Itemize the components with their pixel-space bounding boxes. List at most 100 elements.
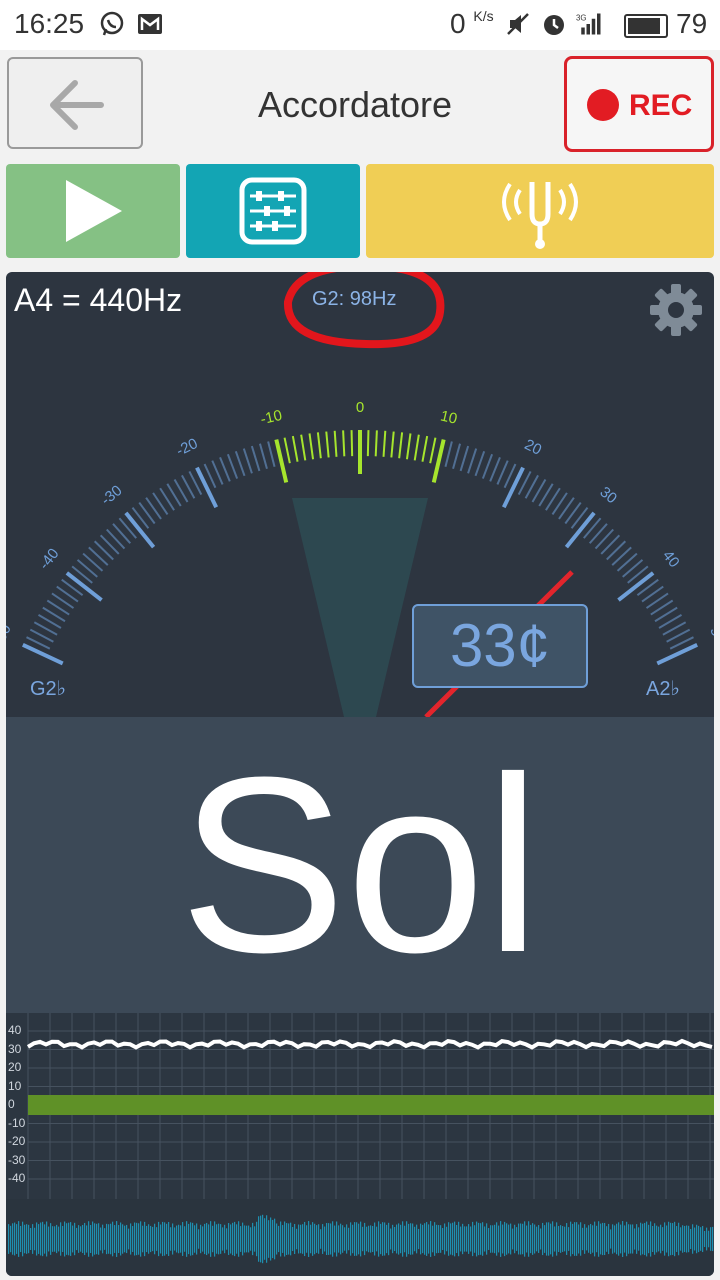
waveform-bar bbox=[612, 1224, 614, 1254]
meter-tick bbox=[274, 439, 289, 483]
waveform-bar bbox=[478, 1222, 480, 1256]
tuning-fork-button[interactable] bbox=[366, 164, 714, 258]
waveform-bar bbox=[124, 1225, 126, 1253]
waveform-bar bbox=[452, 1222, 454, 1256]
waveform-bar bbox=[110, 1223, 112, 1255]
waveform-bar bbox=[516, 1227, 518, 1251]
waveform-bar bbox=[306, 1225, 308, 1253]
waveform-bar bbox=[676, 1226, 678, 1252]
waveform-bar bbox=[326, 1222, 328, 1256]
waveform-bar bbox=[530, 1224, 532, 1254]
waveform-bar bbox=[92, 1221, 94, 1257]
cents-readout: 33¢ bbox=[412, 604, 588, 688]
waveform-bar bbox=[80, 1226, 82, 1252]
meter-tick bbox=[316, 432, 322, 459]
waveform-bar bbox=[440, 1225, 442, 1253]
waveform-bar bbox=[12, 1223, 14, 1255]
waveform-bar bbox=[680, 1227, 682, 1251]
waveform-bar bbox=[444, 1223, 446, 1255]
waveform-bar bbox=[514, 1224, 516, 1254]
waveform-bar bbox=[352, 1224, 354, 1254]
meter-tick bbox=[390, 431, 395, 458]
waveform-bar bbox=[16, 1224, 18, 1254]
back-button[interactable] bbox=[7, 57, 143, 149]
waveform-bar bbox=[342, 1225, 344, 1253]
record-dot-icon bbox=[587, 89, 619, 121]
waveform bbox=[6, 1199, 714, 1276]
waveform-bar bbox=[46, 1221, 48, 1257]
waveform-bar bbox=[428, 1224, 430, 1254]
meter-tick-label: 50 bbox=[706, 624, 714, 646]
lower-note-label: G2♭ bbox=[30, 678, 67, 700]
waveform-bar bbox=[662, 1227, 664, 1251]
waveform-bar bbox=[268, 1220, 270, 1258]
reference-pitch[interactable]: A4 = 440Hz bbox=[14, 282, 182, 319]
waveform-bar bbox=[508, 1224, 510, 1254]
battery-icon bbox=[624, 14, 668, 38]
meter-tick bbox=[291, 435, 299, 462]
waveform-bar bbox=[708, 1230, 710, 1248]
waveform-bar bbox=[234, 1221, 236, 1257]
waveform-bar bbox=[432, 1225, 434, 1253]
meter-tick bbox=[374, 430, 378, 457]
waveform-bar bbox=[236, 1224, 238, 1254]
meter-tick bbox=[429, 437, 437, 464]
gear-icon[interactable] bbox=[646, 280, 706, 340]
axis-label: -20 bbox=[8, 1134, 26, 1148]
play-button[interactable] bbox=[6, 164, 180, 258]
waveform-bar bbox=[448, 1222, 450, 1256]
waveform-bar bbox=[410, 1223, 412, 1255]
waveform-bar bbox=[52, 1226, 54, 1252]
axis-label: -10 bbox=[8, 1115, 26, 1130]
waveform-bar bbox=[262, 1214, 264, 1264]
waveform-bar bbox=[122, 1224, 124, 1254]
waveform-bar bbox=[348, 1227, 350, 1251]
waveform-bar bbox=[520, 1223, 522, 1255]
waveform-bar bbox=[650, 1221, 652, 1257]
waveform-bar bbox=[524, 1221, 526, 1257]
abacus-button[interactable] bbox=[186, 164, 360, 258]
waveform-bar bbox=[332, 1221, 334, 1257]
waveform-bar bbox=[254, 1226, 256, 1252]
waveform-bar bbox=[604, 1222, 606, 1256]
waveform-bar bbox=[660, 1224, 662, 1254]
waveform-bar bbox=[584, 1224, 586, 1254]
meter-tick bbox=[405, 433, 412, 460]
waveform-bar bbox=[244, 1225, 246, 1253]
waveform-bar bbox=[202, 1226, 204, 1252]
waveform-bar bbox=[316, 1225, 318, 1253]
waveform-bar bbox=[468, 1224, 470, 1254]
waveform-bar bbox=[60, 1222, 62, 1256]
meter-tick bbox=[258, 443, 268, 470]
waveform-bar bbox=[206, 1222, 208, 1256]
waveform-bar bbox=[378, 1221, 380, 1257]
waveform-bar bbox=[602, 1222, 604, 1256]
waveform-bar bbox=[246, 1225, 248, 1253]
waveform-bar bbox=[434, 1222, 436, 1256]
waveform-bar bbox=[394, 1226, 396, 1252]
waveform-bar bbox=[156, 1227, 158, 1251]
waveform-bar bbox=[358, 1223, 360, 1255]
waveform-bar bbox=[284, 1221, 286, 1257]
waveform-bar bbox=[446, 1226, 448, 1252]
waveform-bar bbox=[350, 1222, 352, 1256]
waveform-bar bbox=[614, 1225, 616, 1253]
waveform-bar bbox=[22, 1221, 24, 1257]
meter-tick bbox=[267, 441, 276, 467]
waveform-bar bbox=[502, 1224, 504, 1254]
mute-icon bbox=[507, 13, 529, 35]
arrow-left-icon bbox=[50, 80, 104, 130]
waveform-bar bbox=[586, 1227, 588, 1251]
record-button[interactable]: REC bbox=[564, 56, 714, 152]
waveform-bar bbox=[120, 1222, 122, 1256]
detected-frequency: G2: 98Hz bbox=[312, 288, 397, 310]
waveform-bar bbox=[570, 1221, 572, 1257]
waveform-bar bbox=[90, 1225, 92, 1253]
waveform-bar bbox=[548, 1222, 550, 1256]
waveform-bar bbox=[42, 1221, 44, 1257]
waveform-bar bbox=[652, 1225, 654, 1253]
waveform-bar bbox=[574, 1222, 576, 1256]
waveform-bar bbox=[54, 1226, 56, 1252]
waveform-bar bbox=[624, 1225, 626, 1253]
waveform-bar bbox=[320, 1229, 322, 1249]
